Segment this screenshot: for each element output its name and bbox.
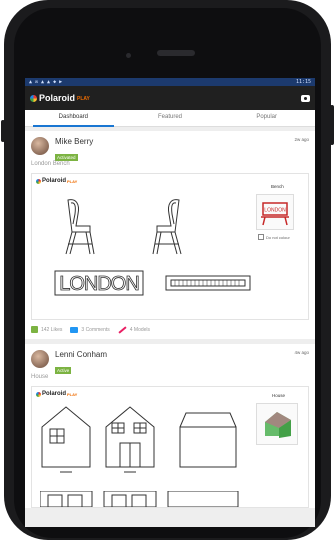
post-time: 4w ago <box>294 350 309 355</box>
preview-brand: Polaroid PLAY <box>36 391 77 397</box>
status-badge: Activated <box>55 154 78 161</box>
post-time: 2w ago <box>294 137 309 142</box>
post-author: Lenni Conham Active <box>55 350 294 377</box>
london-stencil-text: LONDON <box>59 273 139 295</box>
tab-dashboard[interactable]: Dashboard <box>25 110 122 127</box>
post-actions: 142 Likes 3 Comments 4 Models <box>25 320 315 340</box>
model-preview[interactable]: Polaroid PLAY House <box>31 386 309 508</box>
model-preview[interactable]: Polaroid PLAY Bench LONDON Do not colour… <box>31 173 309 320</box>
red-bench-image: LONDON <box>261 202 289 226</box>
pencil-icon <box>118 325 127 334</box>
house-front-drawing <box>41 406 91 473</box>
front-camera <box>126 53 131 58</box>
model-label: Bench <box>271 184 284 189</box>
green-house-image <box>265 412 291 438</box>
brand-name: Polaroid <box>39 93 76 103</box>
avatar[interactable] <box>31 350 49 368</box>
window-panels-drawing <box>40 491 239 507</box>
post-header: Lenni Conham Active 4w ago <box>25 344 315 374</box>
post-card[interactable]: Mike Berry Activated 2w ago London Bench… <box>25 131 315 340</box>
user-name[interactable]: Mike Berry <box>55 137 294 146</box>
app-logo: Polaroid PLAY <box>30 93 90 103</box>
bench-seat-strip-drawing <box>165 275 251 291</box>
comments-count: 3 Comments <box>81 326 110 333</box>
preview-brand-name: Polaroid <box>42 391 67 397</box>
checkbox[interactable] <box>258 234 264 240</box>
preview-brand-name: Polaroid <box>42 178 67 184</box>
model-label: House <box>272 393 286 398</box>
post-card[interactable]: Lenni Conham Active 4w ago House Polaroi… <box>25 344 315 508</box>
status-badge: Active <box>55 367 72 374</box>
thumbs-up-icon <box>31 326 38 333</box>
models-count: 4 Models <box>129 326 151 333</box>
london-stencil-drawing: LONDON <box>54 270 144 296</box>
power-button <box>330 105 334 145</box>
do-not-colour-label: Do not colour <box>266 234 290 240</box>
bench-model-thumbnail[interactable]: LONDON <box>256 194 294 230</box>
notification-icons: ▲ ✉ ▲ ▲ ◆ ▶ <box>29 79 63 85</box>
preview-brand: Polaroid PLAY <box>36 178 77 184</box>
polaroid-logo-icon <box>30 94 37 102</box>
app-screen: ▲ ✉ ▲ ▲ ◆ ▶ 11:15 Polaroid PLAY Dashboar… <box>25 78 315 527</box>
tab-featured[interactable]: Featured <box>122 110 219 126</box>
status-bar: ▲ ✉ ▲ ▲ ◆ ▶ 11:15 <box>25 78 315 86</box>
house-side-drawing <box>105 406 155 473</box>
bench-side-left-drawing <box>65 199 95 255</box>
post-header: Mike Berry Activated 2w ago <box>25 131 315 161</box>
tab-bar: Dashboard Featured Popular <box>25 110 315 127</box>
earpiece-speaker <box>157 50 195 56</box>
status-time: 11:15 <box>295 79 311 85</box>
comment-action[interactable]: 3 Comments <box>70 326 110 333</box>
app-bar: Polaroid PLAY <box>25 86 315 110</box>
likes-count: 142 Likes <box>41 326 63 333</box>
like-action[interactable]: 142 Likes <box>31 326 62 333</box>
models-action[interactable]: 4 Models <box>118 325 151 334</box>
camera-icon[interactable] <box>301 94 310 102</box>
polaroid-logo-icon <box>36 178 41 184</box>
volume-button <box>1 120 5 142</box>
polaroid-logo-icon <box>36 391 41 397</box>
house-wall-drawing <box>179 412 237 468</box>
preview-brand-suffix: PLAY <box>67 178 78 184</box>
do-not-colour-option[interactable]: Do not colour <box>258 234 290 240</box>
user-name[interactable]: Lenni Conham <box>55 350 294 359</box>
red-bench-lettering: LONDON <box>264 208 286 214</box>
comment-icon <box>70 326 79 333</box>
brand-suffix: PLAY <box>77 96 90 102</box>
avatar[interactable] <box>31 137 49 155</box>
house-model-thumbnail[interactable] <box>256 403 298 445</box>
post-author: Mike Berry Activated <box>55 137 294 164</box>
preview-brand-suffix: PLAY <box>67 391 78 397</box>
bench-side-right-drawing <box>152 199 182 255</box>
tab-popular[interactable]: Popular <box>218 110 315 126</box>
